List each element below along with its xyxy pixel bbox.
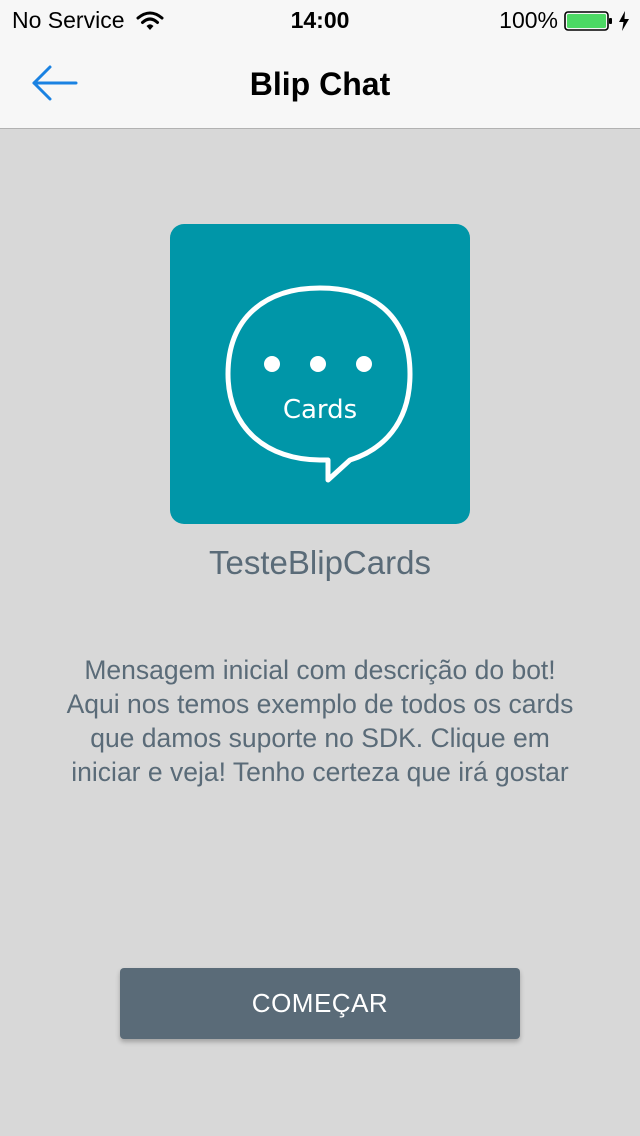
dot-icon	[264, 356, 280, 372]
dot-icon	[356, 356, 372, 372]
nav-bar: Blip Chat	[0, 40, 640, 129]
battery-icon	[564, 10, 612, 31]
status-bar: No Service 14:00 100%	[0, 0, 640, 40]
screen: No Service 14:00 100% Blip Chat Cards Te…	[0, 0, 640, 1136]
bot-name: TesteBlipCards	[209, 544, 431, 581]
nav-title: Blip Chat	[249, 66, 391, 102]
chat-bubble-icon: Cards	[225, 285, 413, 483]
avatar-label: Cards	[283, 395, 357, 425]
bot-avatar: Cards	[170, 224, 470, 524]
charging-icon	[619, 10, 629, 31]
start-button[interactable]: COMEÇAR	[120, 968, 520, 1039]
battery-fill	[567, 13, 606, 28]
bot-description: Mensagem inicial com descrição do bot! A…	[66, 655, 574, 787]
dot-icon	[310, 356, 326, 372]
status-right: 100%	[499, 7, 630, 34]
battery-percent: 100%	[499, 7, 558, 33]
